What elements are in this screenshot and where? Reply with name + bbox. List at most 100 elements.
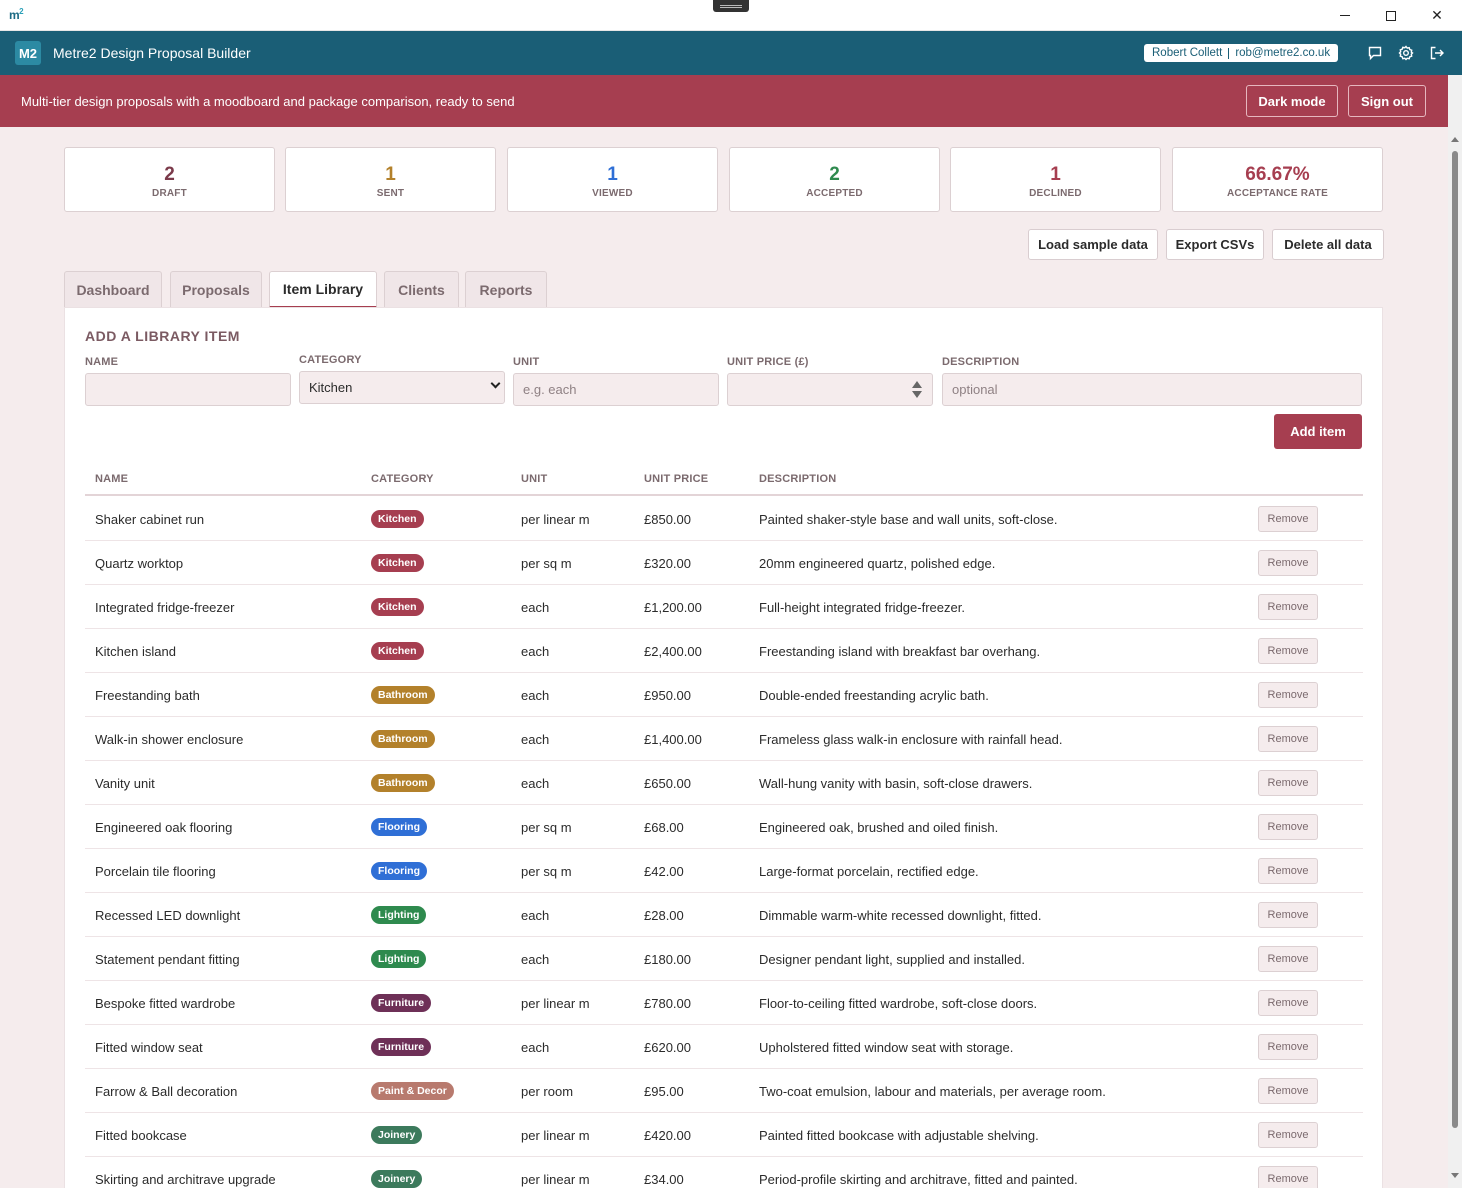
- tab-proposals[interactable]: Proposals: [170, 271, 262, 307]
- item-unit-price: £68.00: [644, 820, 684, 835]
- item-name: Vanity unit: [95, 776, 155, 791]
- snap-grip-handle[interactable]: [713, 0, 749, 12]
- table-row: Recessed LED downlight Lighting each £28.00…: [85, 893, 1363, 937]
- name-input[interactable]: [85, 373, 291, 406]
- table-row: Farrow & Ball decoration Paint & Decor per…: [85, 1069, 1363, 1113]
- remove-button[interactable]: Remove: [1258, 1034, 1318, 1060]
- remove-button[interactable]: Remove: [1258, 594, 1318, 620]
- scroll-down-arrow-icon[interactable]: [1451, 1173, 1459, 1178]
- remove-button[interactable]: Remove: [1258, 682, 1318, 708]
- app-logo: M2: [15, 41, 41, 65]
- item-description: Large-format porcelain, rectified edge.: [759, 864, 979, 879]
- description-input[interactable]: optional: [942, 373, 1362, 406]
- remove-button[interactable]: Remove: [1258, 990, 1318, 1016]
- item-description: Full-height integrated fridge-freezer.: [759, 600, 965, 615]
- remove-button[interactable]: Remove: [1258, 1078, 1318, 1104]
- table-row: Statement pendant fitting Lighting each £18…: [85, 937, 1363, 981]
- item-name: Walk-in shower enclosure: [95, 732, 244, 747]
- remove-button[interactable]: Remove: [1258, 1166, 1318, 1188]
- item-unit: per room: [521, 1084, 574, 1099]
- dark-mode-button[interactable]: Dark mode: [1246, 85, 1338, 117]
- stat-value: 2: [164, 164, 175, 185]
- stat-card-accepted: 2 ACCEPTED: [729, 147, 940, 212]
- table-header: NAME CATEGORY UNIT UNIT PRICE DESCRIPTIO…: [85, 463, 1363, 496]
- category-badge: Paint & Decor: [371, 1082, 454, 1100]
- remove-button[interactable]: Remove: [1258, 902, 1318, 928]
- unit-price-input[interactable]: [727, 373, 933, 406]
- close-window-button[interactable]: ✕: [1414, 0, 1460, 31]
- remove-button[interactable]: Remove: [1258, 814, 1318, 840]
- user-pill-divider: [1228, 47, 1230, 59]
- item-description: 20mm engineered quartz, polished edge.: [759, 556, 996, 571]
- item-description: Floor-to-ceiling fitted wardrobe, soft-c…: [759, 996, 1038, 1011]
- item-description: Wall-hung vanity with basin, soft-close …: [759, 776, 1033, 791]
- table-row: Skirting and architrave upgrade Joinery pe…: [85, 1157, 1363, 1188]
- item-unit: per linear m: [521, 996, 590, 1011]
- remove-button[interactable]: Remove: [1258, 946, 1318, 972]
- unit-input[interactable]: e.g. each: [513, 373, 719, 406]
- column-header-unit-price[interactable]: UNIT PRICE: [644, 473, 708, 485]
- scroll-up-arrow-icon[interactable]: [1451, 137, 1459, 142]
- remove-button[interactable]: Remove: [1258, 770, 1318, 796]
- item-unit-price: £28.00: [644, 908, 684, 923]
- tab-clients[interactable]: Clients: [384, 271, 459, 307]
- gear-icon[interactable]: [1398, 45, 1414, 61]
- add-item-section-title: ADD A LIBRARY ITEM: [85, 328, 240, 344]
- category-badge: Joinery: [371, 1170, 423, 1188]
- stat-label: SENT: [376, 188, 405, 199]
- remove-button[interactable]: Remove: [1258, 638, 1318, 664]
- stat-label: DRAFT: [152, 188, 187, 199]
- page-scrollbar[interactable]: [1448, 75, 1462, 1188]
- category-label: CATEGORY: [299, 354, 362, 366]
- item-unit: per linear m: [521, 1128, 590, 1143]
- tab-dashboard[interactable]: Dashboard: [64, 271, 162, 307]
- category-badge: Lighting: [371, 906, 427, 924]
- remove-button[interactable]: Remove: [1258, 550, 1318, 576]
- column-header-category[interactable]: CATEGORY: [371, 473, 434, 485]
- load-sample-data-button[interactable]: Load sample data: [1028, 229, 1158, 260]
- chat-icon[interactable]: [1367, 45, 1383, 61]
- item-description: Freestanding island with breakfast bar o…: [759, 644, 1041, 659]
- name-label: NAME: [85, 356, 119, 368]
- maximize-icon: [1386, 10, 1396, 21]
- stat-label: VIEWED: [592, 188, 633, 199]
- number-spinner-icon[interactable]: [912, 380, 922, 400]
- table-row: Freestanding bath Bathroom each £950.00 Doub…: [85, 673, 1363, 717]
- item-unit: per sq m: [521, 556, 572, 571]
- logout-icon[interactable]: [1429, 45, 1445, 61]
- scrollbar-thumb[interactable]: [1452, 151, 1458, 1128]
- unit-price-label: UNIT PRICE (£): [727, 356, 809, 368]
- stat-card-sent: 1 SENT: [285, 147, 496, 212]
- stat-value: 1: [1050, 164, 1061, 185]
- category-badge: Lighting: [371, 950, 427, 968]
- item-unit-price: £95.00: [644, 1084, 684, 1099]
- delete-all-data-button[interactable]: Delete all data: [1272, 229, 1384, 260]
- chevron-down-icon: [490, 378, 501, 389]
- tab-item-library[interactable]: Item Library: [269, 271, 377, 308]
- remove-button[interactable]: Remove: [1258, 506, 1318, 532]
- item-description: Period-profile skirting and architrave, …: [759, 1172, 1078, 1187]
- item-unit: each: [521, 1040, 550, 1055]
- sign-out-button[interactable]: Sign out: [1348, 85, 1426, 117]
- column-header-unit[interactable]: UNIT: [521, 473, 547, 485]
- maximize-button[interactable]: [1368, 0, 1414, 31]
- window-titlebar: m2 ✕: [0, 0, 1462, 31]
- export-csvs-button[interactable]: Export CSVs: [1166, 229, 1264, 260]
- table-row: Quartz worktop Kitchen per sq m £320.00 20mm…: [85, 541, 1363, 585]
- column-header-name[interactable]: NAME: [95, 473, 128, 485]
- stat-value: 1: [607, 164, 618, 185]
- column-header-description[interactable]: DESCRIPTION: [759, 473, 836, 485]
- remove-button[interactable]: Remove: [1258, 726, 1318, 752]
- user-pill[interactable]: Robert Collett rob@metre2.co.uk: [1144, 44, 1339, 62]
- item-description: Dimmable warm-white recessed downlight, …: [759, 908, 1042, 923]
- category-badge: Flooring: [371, 818, 427, 836]
- remove-button[interactable]: Remove: [1258, 1122, 1318, 1148]
- tab-reports[interactable]: Reports: [465, 271, 547, 307]
- user-name: Robert Collett: [1152, 47, 1223, 59]
- category-select[interactable]: Kitchen: [299, 371, 505, 404]
- stat-label: ACCEPTANCE RATE: [1227, 188, 1328, 199]
- item-unit: each: [521, 644, 550, 659]
- minimize-button[interactable]: [1322, 0, 1368, 31]
- remove-button[interactable]: Remove: [1258, 858, 1318, 884]
- add-item-button[interactable]: Add item: [1274, 414, 1362, 449]
